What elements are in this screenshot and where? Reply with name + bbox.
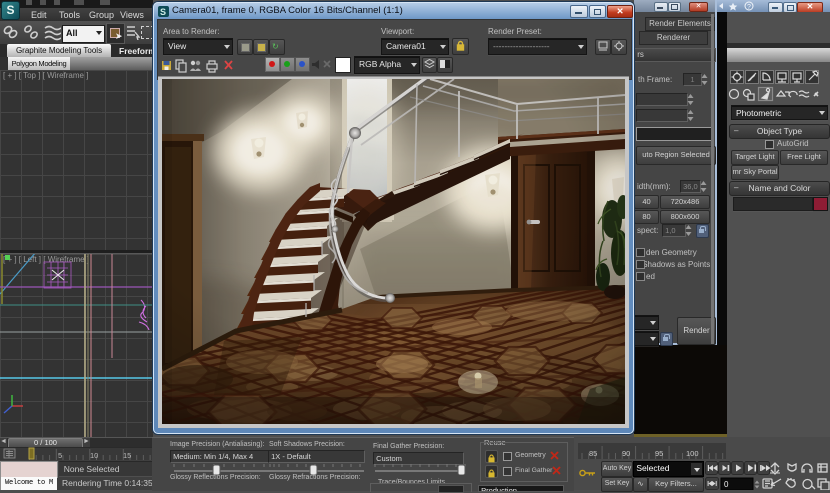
svg-text:15: 15: [123, 451, 131, 460]
svg-text:5: 5: [58, 451, 62, 460]
svg-text:100: 100: [686, 449, 699, 458]
svg-text:0: 0: [724, 480, 729, 489]
svg-text:?: ?: [747, 4, 751, 11]
svg-text:S: S: [160, 7, 166, 17]
svg-text:10: 10: [90, 451, 98, 460]
svg-text:95: 95: [655, 449, 663, 458]
svg-text:90: 90: [622, 449, 630, 458]
svg-text:85: 85: [589, 449, 597, 458]
